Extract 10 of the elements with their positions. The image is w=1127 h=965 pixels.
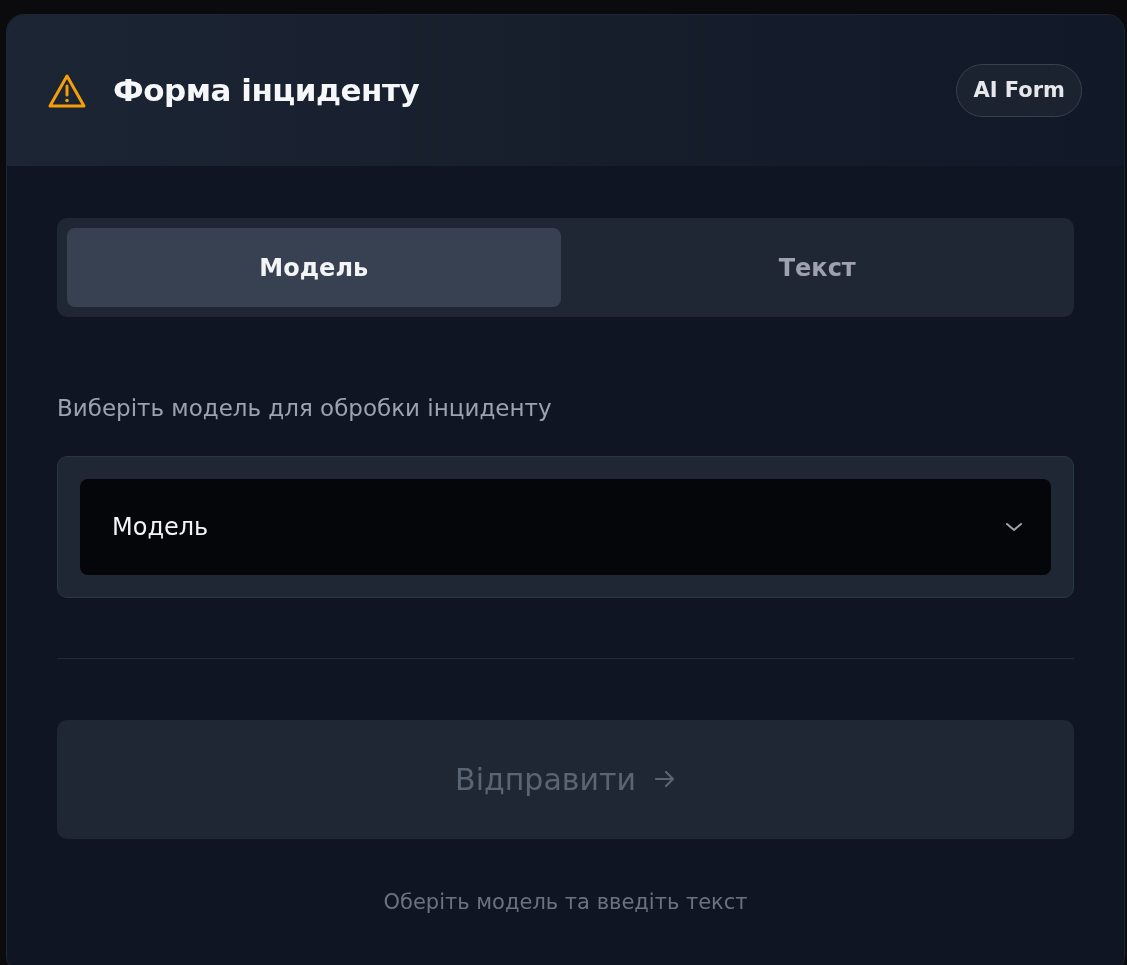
form-title: Форма інциденту (113, 71, 420, 111)
form-badge: AI Form (956, 63, 1082, 118)
model-select[interactable]: Модель (80, 478, 1051, 575)
tab[interactable]: Текст (570, 228, 1064, 307)
tab[interactable]: Модель (67, 228, 561, 307)
arrow-right-icon (653, 769, 676, 789)
field-label: Виберіть модель для обробки інциденту (57, 394, 553, 423)
chevron-down-icon (1005, 521, 1023, 532)
hint-text: Оберіть модель та введіть текст (382, 888, 749, 916)
warning-icon (47, 72, 87, 109)
